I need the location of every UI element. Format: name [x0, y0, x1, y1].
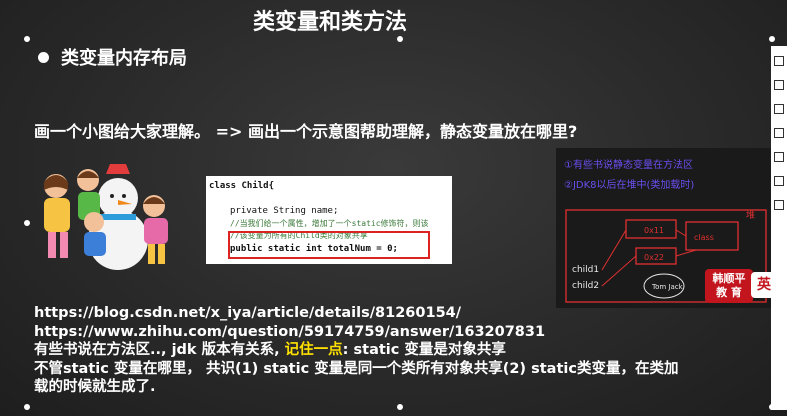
- toolbar-icon[interactable]: [774, 56, 784, 66]
- selection-handle[interactable]: [397, 404, 403, 410]
- bullet-heading: 类变量内存布局: [38, 44, 187, 70]
- diagram-label: child2: [572, 281, 599, 291]
- brand-logo: 韩顺平 教 育: [705, 269, 753, 303]
- toolbar-icon[interactable]: [774, 176, 784, 186]
- selection-handle[interactable]: [24, 36, 30, 42]
- code-line: class Child{: [209, 181, 275, 191]
- highlight-text: 记住一点: [284, 342, 343, 358]
- body-text: https://blog.csdn.net/x_iya/article/deta…: [34, 304, 678, 397]
- link[interactable]: https://blog.csdn.net/x_iya/article/deta…: [34, 304, 678, 323]
- bullet-dot-icon: [38, 51, 49, 63]
- paragraph: 有些书说在方法区.., jdk 版本有关系, 记住一点: static 变量是对…: [34, 341, 678, 360]
- paragraph: 载的时候就生成了.: [34, 379, 156, 395]
- slide-title: 类变量和类方法: [252, 10, 407, 35]
- code-highlight-box: [228, 231, 430, 259]
- code-line: private String name;: [230, 206, 339, 216]
- selection-handle[interactable]: [24, 404, 30, 410]
- slide: 类变量和类方法 类变量内存布局 画一个小图给大家理解。 => 画出一个示意图帮助…: [0, 0, 787, 416]
- text-span: : static 变量是对象共享: [342, 342, 506, 358]
- intro-line: 画一个小图给大家理解。 => 画出一个示意图帮助理解，静态变量放在哪里?: [34, 122, 578, 141]
- diagram-label: 0x22: [644, 253, 664, 262]
- code-snippet: class Child{ private String name; //当我们给…: [206, 176, 452, 264]
- selection-handle[interactable]: [397, 36, 403, 42]
- text-span: 有些书说在方法区.., jdk 版本有关系,: [34, 342, 285, 358]
- toolbar-icon[interactable]: [774, 80, 784, 90]
- right-toolbar: [771, 46, 787, 410]
- link[interactable]: https://www.zhihu.com/question/59174759/…: [34, 323, 678, 342]
- diagram-label: 堆: [746, 210, 755, 221]
- logo-line: 韩顺平: [712, 272, 746, 285]
- logo-line: 教 育: [716, 286, 742, 299]
- selection-handle[interactable]: [769, 36, 775, 42]
- selection-handle[interactable]: [24, 220, 30, 226]
- code-comment: //当我们给一个属性，增加了一个static修饰符，则该: [230, 219, 429, 228]
- diagram-note: ②JDK8以后在堆中(类加载时): [564, 178, 694, 191]
- diagram-note: ①有些书说静态变量在方法区: [564, 158, 693, 171]
- toolbar-icon[interactable]: [774, 128, 784, 138]
- toolbar-icon[interactable]: [774, 152, 784, 162]
- toolbar-icon[interactable]: [774, 200, 784, 210]
- diagram-label: 0x11: [644, 226, 664, 235]
- kids-snowman-illustration: [44, 164, 168, 270]
- bullet-text: 类变量内存布局: [61, 48, 187, 69]
- diagram-label: class: [694, 233, 714, 242]
- paragraph: 不管static 变量在哪里， 共识(1) static 变量是同一个类所有对象…: [34, 360, 679, 377]
- diagram-label: child1: [572, 265, 599, 275]
- diagram-label: Tom Jack: [651, 283, 684, 291]
- toolbar-icon[interactable]: [774, 104, 784, 114]
